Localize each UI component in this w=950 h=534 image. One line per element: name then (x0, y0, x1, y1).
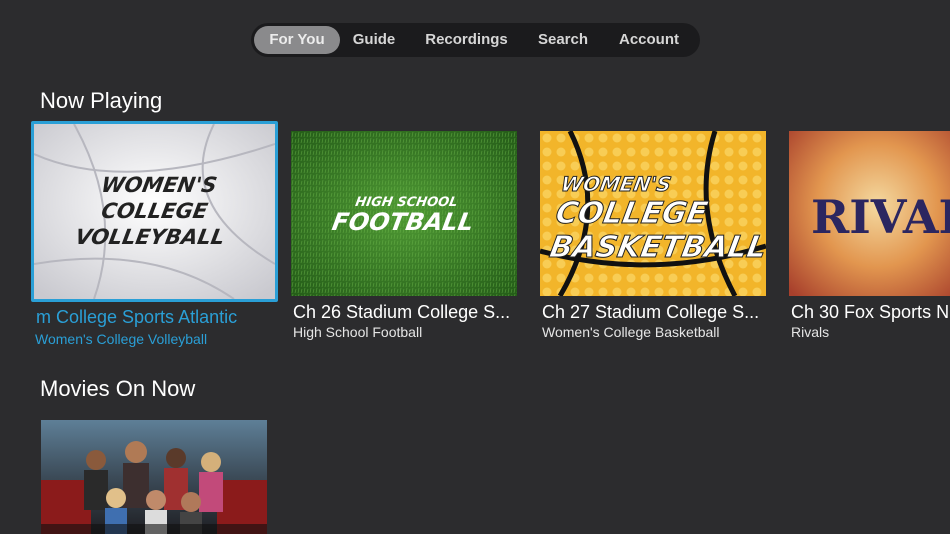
thumbnail-rivals: RIVALS (789, 131, 950, 296)
card-program: Women's College Basketball (542, 324, 720, 340)
tab-recordings[interactable]: Recordings (408, 26, 525, 54)
card-channel: Ch 26 Stadium College S... (293, 302, 511, 322)
svg-text:WOMEN'S: WOMEN'S (99, 172, 219, 197)
svg-text:BASKETBALL: BASKETBALL (547, 230, 766, 265)
movie-poster (41, 420, 267, 534)
top-nav: For You Guide Recordings Search Account (251, 23, 700, 57)
thumbnail-volleyball: WOMEN'S COLLEGE VOLLEYBALL (34, 124, 275, 299)
thumbnail-football: HIGH SCHOOL FOOTBALL (291, 131, 517, 296)
svg-text:FOOTBALL: FOOTBALL (330, 208, 476, 236)
thumbnail-basketball: WOMEN'S COLLEGE BASKETBALL (540, 131, 766, 296)
card-channel: m College Sports Atlantic (36, 307, 238, 327)
movies-on-now-heading: Movies On Now (40, 376, 196, 401)
svg-text:VOLLEYBALL: VOLLEYBALL (73, 224, 226, 249)
svg-text:COLLEGE: COLLEGE (99, 198, 210, 223)
svg-text:COLLEGE: COLLEGE (553, 196, 711, 231)
svg-text:WOMEN'S: WOMEN'S (559, 172, 673, 196)
now-playing-heading: Now Playing (40, 88, 163, 113)
card-program: Women's College Volleyball (35, 331, 208, 347)
svg-text:RIVALS: RIVALS (811, 190, 950, 244)
tab-for-you[interactable]: For You (254, 26, 340, 54)
tab-guide[interactable]: Guide (340, 26, 408, 54)
card-program: Rivals (791, 324, 830, 340)
card-channel: Ch 30 Fox Sports N (791, 302, 950, 322)
tab-account[interactable]: Account (601, 26, 697, 54)
tab-search[interactable]: Search (525, 26, 601, 54)
card-channel: Ch 27 Stadium College S... (542, 302, 760, 322)
card-program: High School Football (293, 324, 423, 340)
